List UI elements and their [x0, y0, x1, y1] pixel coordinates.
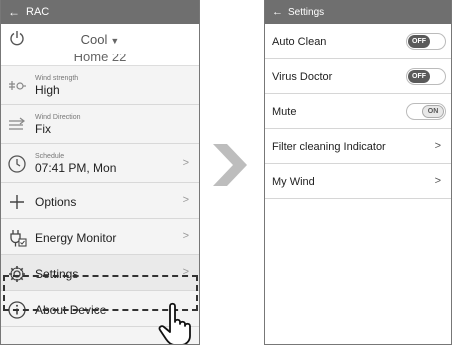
power-mode-row: Cool ▼: [1, 24, 199, 54]
rac-header-title: RAC: [26, 6, 50, 18]
energy-monitor-label: Energy Monitor: [35, 231, 117, 245]
chevron-right-icon: >: [182, 266, 189, 278]
pointing-hand-icon: [158, 302, 191, 344]
options-label: Options: [35, 195, 77, 209]
filter-cleaning-indicator-row[interactable]: Filter cleaning Indicator >: [265, 129, 451, 164]
rac-screen: ← RAC Cool ▼ Home 22 Wind strength High W…: [0, 0, 200, 345]
wind-direction-value: Fix: [35, 122, 51, 136]
chevron-right-icon: >: [182, 230, 189, 242]
auto-clean-toggle[interactable]: OFF: [406, 33, 446, 50]
chevron-right-icon: [213, 144, 247, 186]
filter-cleaning-indicator-label: Filter cleaning Indicator: [272, 141, 386, 153]
back-arrow-icon[interactable]: ←: [8, 5, 20, 19]
mode-dropdown[interactable]: Cool ▼: [1, 32, 199, 47]
about-device-label: About Device: [35, 303, 107, 317]
mute-label: Mute: [272, 106, 297, 118]
room-name-row: Home 22: [1, 54, 199, 66]
auto-clean-label: Auto Clean: [272, 36, 327, 48]
rac-header: ← RAC: [1, 0, 199, 24]
settings-label: Settings: [35, 267, 79, 281]
schedule-item[interactable]: Schedule 07:41 PM, Mon >: [1, 144, 199, 183]
settings-header-title: Settings: [288, 6, 325, 18]
mute-toggle[interactable]: ON: [406, 103, 446, 120]
virus-doctor-label: Virus Doctor: [272, 71, 333, 83]
wind-strength-label: Wind strength: [35, 75, 79, 82]
wind-strength-item[interactable]: Wind strength High: [1, 66, 199, 105]
virus-doctor-row: Virus Doctor OFF: [265, 59, 451, 94]
toggle-state: OFF: [408, 70, 430, 83]
settings-item[interactable]: Settings >: [1, 255, 199, 291]
auto-clean-row: Auto Clean OFF: [265, 24, 451, 59]
mute-row: Mute ON: [265, 94, 451, 129]
mode-value: Cool: [80, 32, 108, 47]
wind-strength-value: High: [35, 83, 60, 97]
gear-icon: [9, 266, 25, 282]
virus-doctor-toggle[interactable]: OFF: [406, 68, 446, 85]
energy-monitor-item[interactable]: Energy Monitor >: [1, 219, 199, 255]
room-name: Home 22: [73, 54, 127, 64]
chevron-right-icon: >: [434, 140, 441, 152]
wind-direction-item[interactable]: Wind Direction Fix: [1, 105, 199, 144]
schedule-label: Schedule: [35, 153, 65, 160]
chevron-right-icon: >: [434, 175, 441, 187]
schedule-value: 07:41 PM, Mon: [35, 161, 117, 175]
my-wind-row[interactable]: My Wind >: [265, 164, 451, 199]
info-icon: [8, 301, 26, 319]
plug-icon: [10, 230, 27, 247]
chevron-down-icon: ▼: [110, 36, 120, 46]
fan-icon: [9, 81, 26, 90]
toggle-state: OFF: [408, 35, 430, 48]
options-item[interactable]: Options >: [1, 183, 199, 219]
toggle-state: ON: [422, 105, 444, 118]
wind-direction-label: Wind Direction: [35, 114, 81, 121]
chevron-right-icon: >: [182, 194, 189, 206]
settings-screen: ← Settings Auto Clean OFF Virus Doctor O…: [264, 0, 452, 345]
chevron-right-icon: >: [182, 157, 189, 169]
clock-icon: [8, 155, 26, 173]
my-wind-label: My Wind: [272, 176, 315, 188]
plus-icon: [10, 195, 24, 209]
back-arrow-icon[interactable]: ←: [272, 6, 283, 18]
settings-header: ← Settings: [265, 0, 451, 24]
wind-direction-icon: [9, 117, 25, 130]
